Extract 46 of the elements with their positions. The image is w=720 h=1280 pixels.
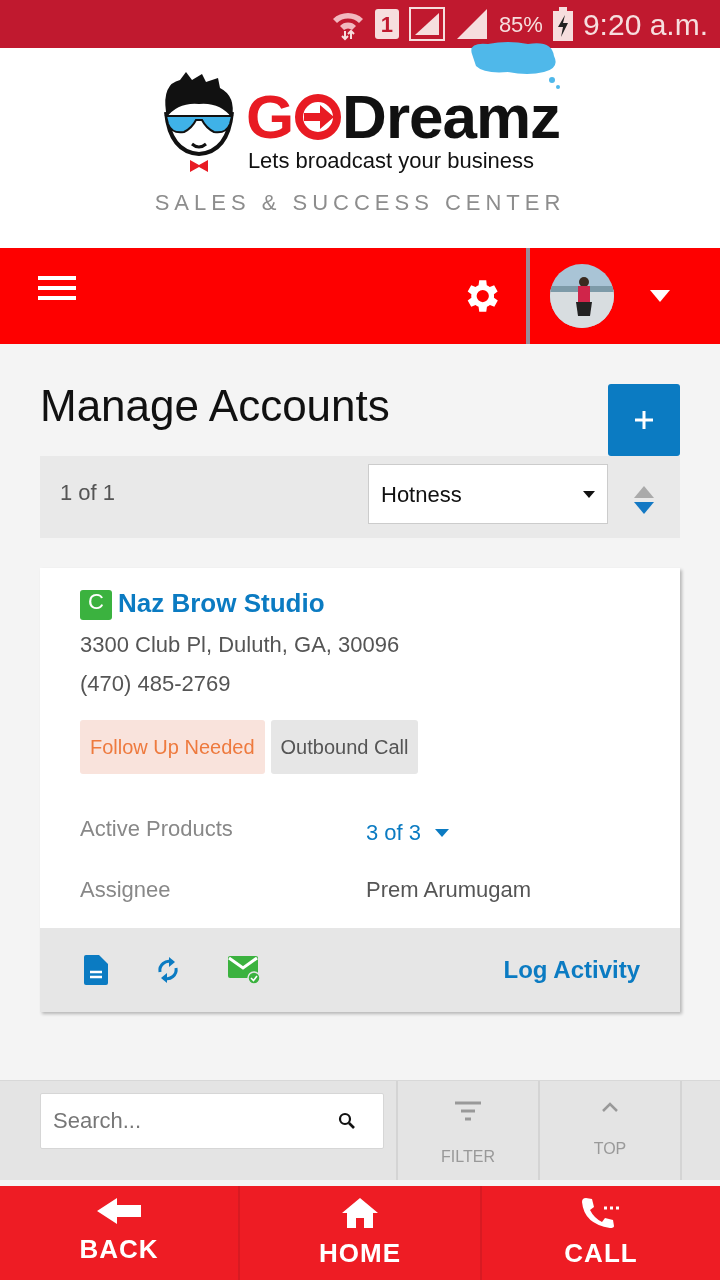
back-arrow-icon <box>97 1198 141 1224</box>
clock: 9:20 a.m. <box>582 6 708 43</box>
back-nav-button[interactable]: BACK <box>0 1186 238 1280</box>
chevron-up-icon <box>601 1101 619 1113</box>
refresh-icon[interactable] <box>156 955 180 985</box>
sort-dropdown[interactable]: Hotness <box>368 464 608 524</box>
field-label: Active Products <box>80 815 234 843</box>
account-name-link[interactable]: Naz Brow Studio <box>118 590 325 616</box>
logo-text: Dreamz <box>342 86 561 148</box>
home-nav-button[interactable]: HOME <box>238 1186 480 1280</box>
logo-text: G <box>245 86 295 148</box>
top-button[interactable]: TOP <box>538 1081 680 1180</box>
field-value: Prem Arumugam <box>366 876 532 904</box>
battery-icon <box>552 7 573 41</box>
plus-icon <box>635 411 653 429</box>
battery-percent: 85% <box>498 10 543 39</box>
products-dropdown[interactable]: 3 of 3 <box>366 816 450 849</box>
account-address: 3300 Club Pl, Duluth, GA, 30096 <box>80 631 401 659</box>
status-badge: C <box>80 590 112 620</box>
search-field[interactable]: Search... <box>40 1093 384 1149</box>
call-nav-button[interactable]: CALL <box>480 1186 720 1280</box>
page-title: Manage Accounts <box>40 380 390 432</box>
signal-icon <box>408 7 445 41</box>
caret-icon <box>435 828 450 837</box>
logo-tagline: Lets broadcast your business <box>247 150 535 172</box>
arrow-circle-icon <box>294 93 343 141</box>
log-activity-link[interactable]: Log Activity <box>503 952 640 988</box>
filter-button[interactable]: FILTER <box>396 1081 538 1180</box>
field-label: Assignee <box>80 876 172 904</box>
add-button[interactable] <box>608 384 680 456</box>
search-icon <box>338 1112 356 1130</box>
caret-icon <box>583 490 595 498</box>
sim-icon: 1 <box>374 9 399 39</box>
caret-icon[interactable] <box>650 290 670 302</box>
document-icon[interactable] <box>84 955 108 985</box>
account-phone: (470) 485-2769 <box>80 670 232 698</box>
status-tag: Follow Up Needed <box>80 720 265 774</box>
sort-descending-icon[interactable] <box>634 502 654 514</box>
phone-icon <box>582 1198 620 1228</box>
home-icon <box>342 1198 378 1228</box>
status-tag: Outbound Call <box>270 720 419 774</box>
menu-icon[interactable] <box>38 276 76 300</box>
filter-icon <box>455 1101 481 1121</box>
subtitle: SALES & SUCCESS CENTER <box>154 189 566 217</box>
page-counter: 1 of 1 <box>60 479 116 507</box>
email-check-icon[interactable] <box>228 956 260 984</box>
